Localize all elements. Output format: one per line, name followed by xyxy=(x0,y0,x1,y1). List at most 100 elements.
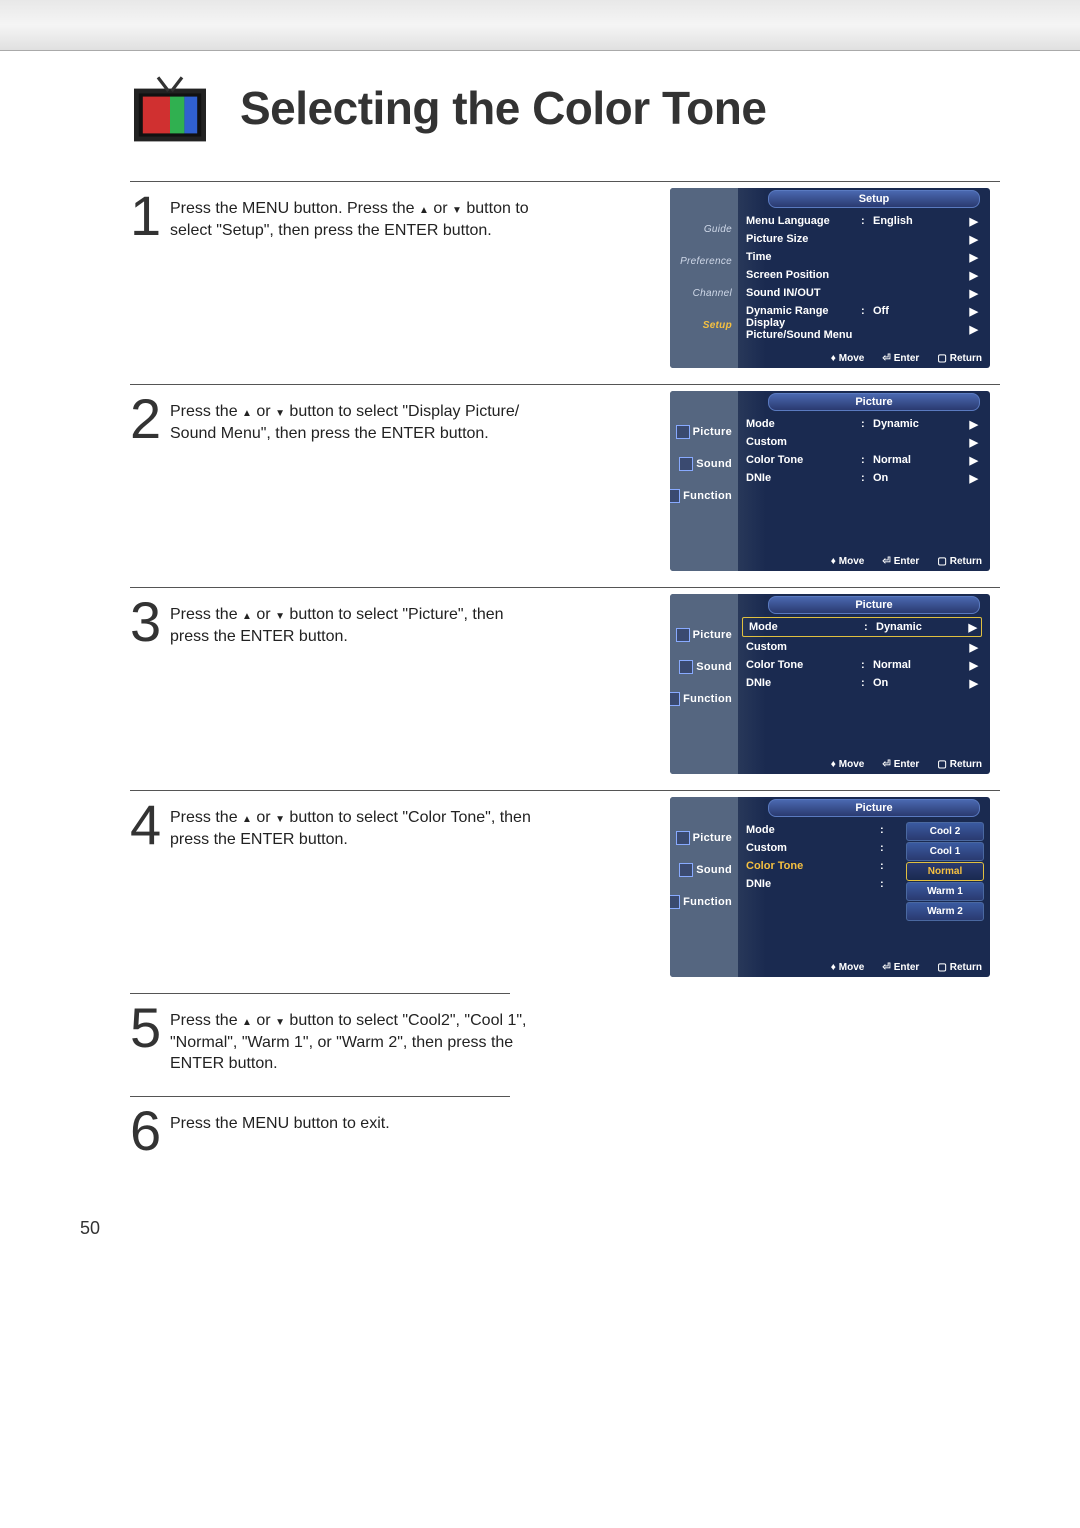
step-number: 2 xyxy=(130,391,170,447)
osd-item-sep: : xyxy=(861,454,873,466)
osd-side-item[interactable]: Guide xyxy=(670,216,736,242)
osd-header: Picture xyxy=(738,594,990,614)
osd-item-label: Color Tone xyxy=(742,860,861,872)
up-arrow-icon: ▲ xyxy=(242,814,252,825)
osd-title: Picture xyxy=(768,799,980,817)
step-left: 5 Press the ▲ or ▼ button to select "Coo… xyxy=(130,1000,550,1090)
osd-side-item[interactable]: Preference xyxy=(670,248,736,274)
osd-main: Setup Menu Language :English ▶ Picture S… xyxy=(738,188,990,368)
right-arrow-icon: ▶ xyxy=(970,659,982,672)
osd-side-item[interactable]: Picture xyxy=(670,622,736,648)
manual-page: Selecting the Color Tone 1 Press the MEN… xyxy=(0,0,1080,1259)
steps-list: 1 Press the MENU button. Press the ▲ or … xyxy=(0,181,1080,1199)
osd-side-item[interactable]: Function xyxy=(670,483,736,509)
osd-side-item[interactable]: Channel xyxy=(670,280,736,306)
side-icon xyxy=(670,692,680,706)
osd-footer-return: ▢ Return xyxy=(937,353,982,364)
step-text-line: Press the ▲ or ▼ button to select "Color… xyxy=(170,809,531,848)
step-right: TV PictureSoundFunction Picture Mode :Dy… xyxy=(550,594,1000,784)
osd-item-value: Normal xyxy=(873,454,933,466)
step: 4 Press the ▲ or ▼ button to select "Col… xyxy=(130,790,1000,993)
osd-item[interactable]: Display Picture/Sound Menu ▶ xyxy=(742,320,982,338)
osd-side-item[interactable]: Setup xyxy=(670,312,736,338)
step: 2 Press the ▲ or ▼ button to select "Dis… xyxy=(130,384,1000,587)
osd-side-item[interactable]: Sound xyxy=(670,654,736,680)
osd-item[interactable]: Time ▶ xyxy=(742,248,982,266)
down-arrow-icon: ▼ xyxy=(275,814,285,825)
osd-option[interactable]: Warm 2 xyxy=(906,902,984,921)
osd-item[interactable]: Custom ▶ xyxy=(742,638,982,656)
down-arrow-icon: ▼ xyxy=(275,408,285,419)
osd-side-item[interactable]: Sound xyxy=(670,451,736,477)
osd-item-label: Dynamic Range xyxy=(742,305,861,317)
osd-sidebar: TV PictureSoundFunction xyxy=(670,797,738,977)
osd-item-label: Time xyxy=(742,251,861,263)
right-arrow-icon: ▶ xyxy=(970,677,982,690)
side-icon xyxy=(679,457,693,471)
right-arrow-icon: ▶ xyxy=(970,269,982,282)
osd-item-label: Mode xyxy=(745,621,864,633)
step: 5 Press the ▲ or ▼ button to select "Coo… xyxy=(130,994,1000,1096)
osd-footer-move: ♦ Move xyxy=(831,556,865,567)
osd-side-item[interactable]: Function xyxy=(670,686,736,712)
right-arrow-icon: ▶ xyxy=(970,233,982,246)
osd-item-sep: : xyxy=(861,472,873,484)
step-text: Press the MENU button. Press the ▲ or ▼ … xyxy=(170,188,540,241)
osd-side-item[interactable]: Picture xyxy=(670,825,736,851)
osd-item-label: Custom xyxy=(742,436,861,448)
osd-option[interactable]: Cool 1 xyxy=(906,842,984,861)
osd-item-label: Sound IN/OUT xyxy=(742,287,861,299)
osd-item[interactable]: Custom ▶ xyxy=(742,433,982,451)
osd-title: Picture xyxy=(768,393,980,411)
osd-item[interactable]: Sound IN/OUT ▶ xyxy=(742,284,982,302)
side-icon xyxy=(670,489,680,503)
osd-item-label: Menu Language xyxy=(742,215,861,227)
osd-footer-move: ♦ Move xyxy=(831,962,865,973)
osd-options-list: Cool 2Cool 1NormalWarm 1Warm 2 xyxy=(906,822,984,922)
osd-item[interactable]: Menu Language :English ▶ xyxy=(742,212,982,230)
osd-item[interactable]: Mode :Dynamic ▶ xyxy=(742,415,982,433)
osd-item-label: DNIe xyxy=(742,878,861,890)
osd-panel: TV PictureSoundFunction Picture Mode :Dy… xyxy=(670,594,990,774)
osd-item-value: On xyxy=(873,472,933,484)
osd-item-label: Color Tone xyxy=(742,454,861,466)
osd-item[interactable]: Mode :Dynamic ▶ xyxy=(742,617,982,637)
osd-option[interactable]: Warm 1 xyxy=(906,882,984,901)
osd-item-label: DNIe xyxy=(742,472,861,484)
up-arrow-icon: ▲ xyxy=(242,408,252,419)
osd-item-label: Color Tone xyxy=(742,659,861,671)
osd-side-item[interactable]: Sound xyxy=(670,857,736,883)
osd-item[interactable]: DNIe :On ▶ xyxy=(742,469,982,487)
osd-footer-move: ♦ Move xyxy=(831,353,865,364)
step-text-line: Press the MENU button. Press the ▲ or ▼ … xyxy=(170,200,529,239)
return-icon: ▢ xyxy=(937,962,946,973)
osd-header: Setup xyxy=(738,188,990,208)
side-icon xyxy=(676,831,690,845)
osd-item-value: Off xyxy=(873,305,933,317)
step: 6 Press the MENU button to exit. xyxy=(130,1097,1000,1199)
up-arrow-icon: ▲ xyxy=(419,205,429,216)
osd-side-item[interactable]: Function xyxy=(670,889,736,915)
step-right: TV GuidePreferenceChannelSetup Setup Men… xyxy=(550,188,1000,378)
step-left: 6 Press the MENU button to exit. xyxy=(130,1103,550,1193)
osd-item-sep: : xyxy=(880,824,892,836)
osd-side-item[interactable]: Picture xyxy=(670,419,736,445)
osd-item[interactable]: Color Tone :Normal ▶ xyxy=(742,451,982,469)
osd-footer: ♦ Move ⏎ Enter ▢ Return xyxy=(738,551,990,571)
osd-items: Mode :Dynamic ▶ Custom ▶ Color Tone :Nor… xyxy=(738,411,990,551)
osd-option[interactable]: Normal xyxy=(906,862,984,881)
step-left: 3 Press the ▲ or ▼ button to select "Pic… xyxy=(130,594,550,784)
osd-items: Mode :Dynamic ▶ Custom ▶ Color Tone :Nor… xyxy=(738,614,990,754)
osd-main: Picture Mode : Custom : Color Tone : DNI… xyxy=(738,797,990,977)
step-number: 1 xyxy=(130,188,170,244)
osd-item[interactable]: Picture Size ▶ xyxy=(742,230,982,248)
osd-item-label: Mode xyxy=(742,824,861,836)
osd-item[interactable]: Color Tone :Normal ▶ xyxy=(742,656,982,674)
enter-icon: ⏎ xyxy=(882,759,890,770)
osd-option[interactable]: Cool 2 xyxy=(906,822,984,841)
osd-panel: TV PictureSoundFunction Picture Mode :Dy… xyxy=(670,391,990,571)
osd-item[interactable]: Screen Position ▶ xyxy=(742,266,982,284)
osd-item[interactable]: DNIe :On ▶ xyxy=(742,674,982,692)
right-arrow-icon: ▶ xyxy=(970,305,982,318)
enter-icon: ⏎ xyxy=(882,556,890,567)
